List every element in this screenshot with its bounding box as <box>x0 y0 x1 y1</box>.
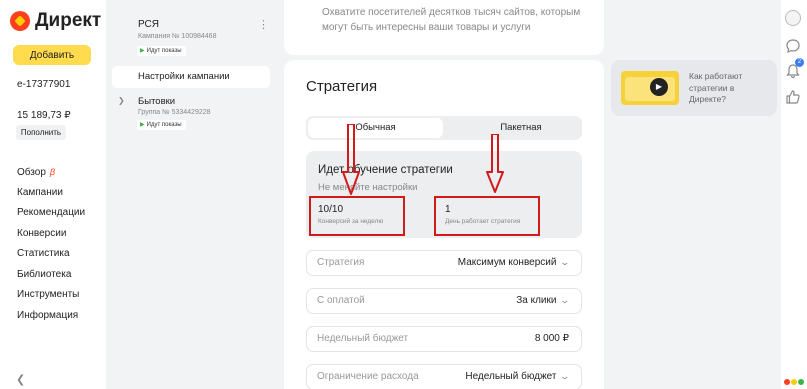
nav-item-statistics[interactable]: Статистика <box>17 244 85 265</box>
campaign-status-badge: ▶ Идут показы <box>137 46 186 56</box>
intro-text: Охватите посетителей десятков тысяч сайт… <box>322 7 581 33</box>
more-icon[interactable]: ⋮ <box>258 18 269 31</box>
promo-text: Как работают стратегии в Директе? <box>689 71 743 104</box>
nav-item-recommendations[interactable]: Рекомендации <box>17 203 85 224</box>
chevron-down-icon: ⌄ <box>559 371 571 381</box>
right-rail: 2 <box>781 0 807 389</box>
thumbs-up-icon[interactable] <box>785 89 801 105</box>
video-thumbnail[interactable]: ▶ <box>621 71 679 105</box>
weekly-budget-value: 8 000 ₽ <box>534 333 569 344</box>
payment-select-value: За клики <box>516 295 557 306</box>
annotation-box-days <box>434 196 540 236</box>
chevron-down-icon: ⌄ <box>559 295 571 305</box>
chevron-down-icon: ⌄ <box>559 257 571 267</box>
weekly-budget-label: Недельный бюджет <box>317 333 409 344</box>
learning-title: Идет обучение стратегии <box>318 164 453 176</box>
avatar[interactable] <box>785 10 801 26</box>
weekly-budget-input[interactable]: Недельный бюджет 8 000 ₽ <box>306 326 582 352</box>
chevron-right-icon[interactable]: ❯ <box>118 96 125 105</box>
strategy-select[interactable]: Стратегия Максимум конверсий ⌄ <box>306 250 582 276</box>
nav-item-library[interactable]: Библиотека <box>17 265 85 286</box>
strategy-title: Стратегия <box>306 78 378 95</box>
notification-count-badge: 2 <box>795 58 804 67</box>
campaign-tree-panel: РСЯ ⋮ Кампания № 100984468 ▶ Идут показы … <box>106 0 278 389</box>
tab-package[interactable]: Пакетная <box>466 118 576 138</box>
add-button[interactable]: Добавить <box>13 45 91 65</box>
learning-subtitle: Не меняйте настройки <box>318 182 418 193</box>
beta-badge: β <box>49 167 56 177</box>
promo-card[interactable]: ▶ Как работают стратегии в Директе? <box>611 60 777 116</box>
left-navigation: Директ Добавить e-17377901 15 189,73 ₽ П… <box>0 0 106 389</box>
annotation-box-conversions <box>309 196 405 236</box>
group-number: Группа № 5334429228 <box>138 109 211 116</box>
logo[interactable]: Директ <box>10 10 101 32</box>
spend-limit-value: Недельный бюджет <box>465 371 557 382</box>
annotation-arrow-right <box>486 134 504 193</box>
spend-limit-select[interactable]: Ограничение расхода Недельный бюджет ⌄ <box>306 364 582 389</box>
yandex-logo-icon <box>10 11 30 31</box>
annotation-arrow-left <box>342 124 360 195</box>
nav-item-info[interactable]: Информация <box>17 306 85 327</box>
strategy-select-label: Стратегия <box>317 257 365 268</box>
account-login[interactable]: e-17377901 <box>17 79 70 90</box>
nav-item-conversions[interactable]: Конверсии <box>17 224 85 245</box>
campaign-settings-item[interactable]: Настройки кампании <box>112 66 270 88</box>
nav-item-tools[interactable]: Инструменты <box>17 285 85 306</box>
main-menu: Обзор β Кампании Рекомендации Конверсии С… <box>17 162 85 326</box>
group-name[interactable]: Бытовки <box>138 96 175 107</box>
account-balance: 15 189,73 ₽ <box>17 110 71 121</box>
intro-card: Охватите посетителей десятков тысяч сайт… <box>284 0 604 55</box>
nav-item-campaigns[interactable]: Кампании <box>17 183 85 204</box>
payment-select[interactable]: С оплатой За клики ⌄ <box>306 288 582 314</box>
nav-item-overview[interactable]: Обзор β <box>17 162 85 183</box>
services-icon[interactable] <box>784 377 804 387</box>
play-icon: ▶ <box>140 48 145 54</box>
spend-limit-label: Ограничение расхода <box>317 371 419 382</box>
play-icon: ▶ <box>140 122 145 128</box>
logo-text: Директ <box>35 10 102 31</box>
payment-select-label: С оплатой <box>317 295 365 306</box>
play-video-icon[interactable]: ▶ <box>650 78 668 96</box>
collapse-menu-icon[interactable]: ❮ <box>16 373 25 386</box>
topup-button[interactable]: Пополнить <box>16 125 66 140</box>
chat-icon[interactable] <box>785 38 801 54</box>
tab-regular[interactable]: Обычная <box>308 118 443 138</box>
strategy-select-value: Максимум конверсий <box>457 257 557 268</box>
campaign-name[interactable]: РСЯ <box>138 19 159 30</box>
campaign-number: Кампания № 100984468 <box>138 33 217 40</box>
group-status-badge: ▶ Идут показы <box>137 120 186 130</box>
